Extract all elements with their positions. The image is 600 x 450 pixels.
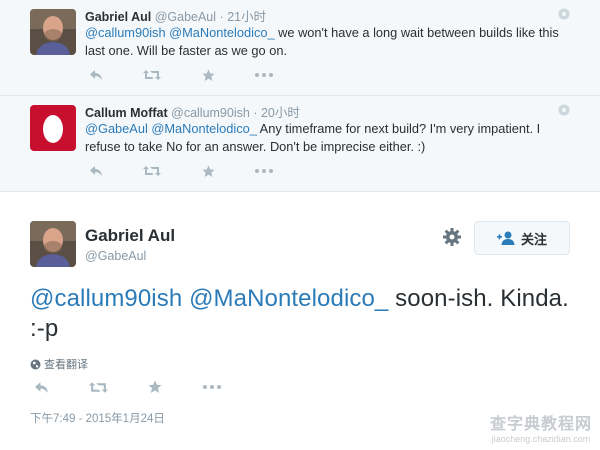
mention-link[interactable]: @MaNontelodico_	[151, 121, 256, 136]
main-tweet-text: @callum90ish @MaNontelodico_ soon-ish. K…	[30, 284, 575, 344]
tweet-actions	[85, 164, 309, 178]
avatar-gabriel-main[interactable]	[30, 221, 76, 267]
more-icon[interactable]	[253, 164, 275, 178]
separator: ·	[219, 10, 224, 24]
more-icon[interactable]	[201, 380, 223, 394]
star-icon[interactable]	[144, 380, 166, 394]
tweet-actions	[85, 68, 309, 82]
star-icon[interactable]	[197, 68, 219, 82]
mention-link[interactable]: @callum90ish	[85, 25, 166, 40]
reply-icon[interactable]	[30, 380, 52, 394]
globe-icon	[558, 104, 570, 116]
author-handle[interactable]: @callum90ish	[171, 106, 250, 120]
author-name[interactable]: Gabriel Aul	[85, 10, 151, 24]
tweet-header: Callum Moffat @callum90ish · 20小时	[85, 102, 300, 121]
watermark-title: 查字典教程网	[489, 416, 592, 433]
avatar-callum[interactable]	[30, 105, 76, 151]
tweet-timestamp[interactable]: 下午7:49 - 2015年1月24日	[30, 410, 165, 426]
tweet-reply-2[interactable]: Callum Moffat @callum90ish · 20小时 @GabeA…	[0, 96, 600, 192]
mention-link[interactable]: @MaNontelodico_	[189, 285, 388, 312]
tweet-reply-1[interactable]: Gabriel Aul @GabeAul · 21小时 @callum90ish…	[0, 0, 600, 96]
reply-icon[interactable]	[85, 164, 107, 178]
mention-link[interactable]: @callum90ish	[30, 285, 182, 312]
separator: ·	[253, 106, 258, 120]
author-name[interactable]: Callum Moffat	[85, 106, 168, 120]
retweet-icon[interactable]	[87, 380, 109, 394]
gear-icon[interactable]	[442, 227, 462, 247]
translate-link[interactable]: 查看翻译	[30, 356, 88, 372]
mention-link[interactable]: @MaNontelodico_	[169, 25, 274, 40]
tweet-header: Gabriel Aul @GabeAul · 21小时	[85, 6, 266, 25]
tweet-time[interactable]: 20小时	[261, 106, 300, 120]
retweet-icon[interactable]	[141, 68, 163, 82]
main-author-handle[interactable]: @GabeAul	[85, 249, 146, 263]
watermark: 查字典教程网 jiaocheng.chazidian.com	[490, 410, 592, 444]
main-author-name[interactable]: Gabriel Aul	[85, 226, 175, 246]
tweet-text: @GabeAul @MaNontelodico_ Any timeframe f…	[85, 120, 565, 156]
globe-icon	[558, 8, 570, 20]
translate-label: 查看翻译	[44, 359, 88, 371]
star-icon[interactable]	[197, 164, 219, 178]
author-handle[interactable]: @GabeAul	[155, 10, 216, 24]
watermark-url: jiaocheng.chazidian.com	[491, 434, 591, 444]
main-tweet-actions	[30, 380, 258, 394]
more-icon[interactable]	[253, 68, 275, 82]
tweet-text: @callum90ish @MaNontelodico_ we won't ha…	[85, 24, 565, 60]
tweet-time[interactable]: 21小时	[227, 10, 266, 24]
reply-icon[interactable]	[85, 68, 107, 82]
globe-icon	[30, 359, 41, 369]
follow-label: 关注	[520, 231, 547, 247]
follow-button[interactable]: 关注	[474, 221, 570, 255]
avatar-gabriel[interactable]	[30, 9, 76, 55]
mention-link[interactable]: @GabeAul	[85, 121, 148, 136]
add-user-icon	[496, 231, 515, 245]
retweet-icon[interactable]	[141, 164, 163, 178]
